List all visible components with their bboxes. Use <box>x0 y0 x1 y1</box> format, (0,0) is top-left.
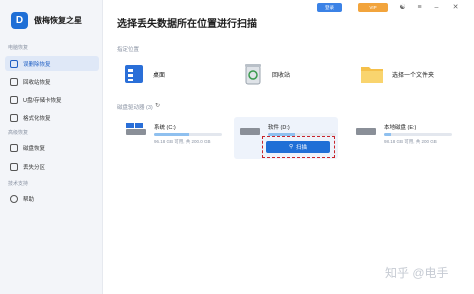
drive-icon <box>240 128 260 135</box>
page-title: 选择丢失数据所在位置进行扫描 <box>117 19 257 30</box>
location-desktop[interactable]: 桌面 <box>117 56 227 92</box>
sidebar-section-label: 技术支持 <box>8 181 29 187</box>
drive-usage-bar <box>154 133 222 136</box>
sidebar-section-label: 高级恢复 <box>8 130 29 136</box>
format-icon <box>10 113 18 122</box>
sidebar-item-label: U盘/存储卡恢复 <box>23 97 62 104</box>
drive-c[interactable]: 系统 (C:) 96.18 GB 可用, 共 200.0 GB <box>126 120 231 156</box>
sidebar-item-label: 误删除恢复 <box>23 61 51 68</box>
sidebar-item-label: 磁盘恢复 <box>23 145 46 152</box>
sidebar-item-label: 格式化恢复 <box>23 115 51 122</box>
menu-icon[interactable]: ≡ <box>415 3 424 12</box>
drive-name: 本地磁盘 (E:) <box>384 125 417 131</box>
drive-name: 软件 (D:) <box>268 125 290 131</box>
recycle-bin-icon <box>245 64 261 85</box>
watermark: 知乎 @电手 <box>385 266 449 280</box>
sidebar-item-help[interactable]: 帮助 <box>5 191 99 206</box>
sidebar-item-usb-recovery[interactable]: U盘/存储卡恢复 <box>5 92 99 107</box>
scan-button-label: 扫描 <box>296 145 308 151</box>
partition-icon <box>10 162 18 171</box>
vip-button[interactable]: VIP <box>358 3 388 12</box>
drives-section-label: 磁盘驱动器 (3) <box>117 105 153 111</box>
sidebar-item-label: 帮助 <box>23 196 35 203</box>
locations-section-label: 指定位置 <box>117 47 140 53</box>
location-recycle-bin[interactable]: 回收站 <box>236 56 346 92</box>
refresh-icon[interactable]: ↻ <box>154 102 161 109</box>
location-label: 桌面 <box>153 72 166 79</box>
sidebar: D 傲梅恢复之星 电脑恢复 误删除恢复 回收站恢复 U盘/存储卡恢复 格式化恢复… <box>0 0 103 294</box>
usb-icon <box>10 95 18 104</box>
drive-icon <box>356 128 376 135</box>
file-icon <box>10 59 18 68</box>
desktop-icon <box>125 65 143 83</box>
sidebar-item-format-recovery[interactable]: 格式化恢复 <box>5 110 99 125</box>
sidebar-item-label: 丢失分区 <box>23 164 46 171</box>
drive-usage-bar <box>384 133 452 136</box>
sidebar-item-recycle-recovery[interactable]: 回收站恢复 <box>5 74 99 89</box>
sidebar-item-lost-partition[interactable]: 丢失分区 <box>5 159 99 174</box>
help-icon <box>10 194 18 203</box>
location-label: 回收站 <box>272 72 291 79</box>
recycle-icon <box>10 77 18 86</box>
close-icon[interactable]: ✕ <box>451 3 460 12</box>
login-button[interactable]: 登录 <box>317 3 342 12</box>
drive-e[interactable]: 本地磁盘 (E:) 98.18 GB 可用, 共 200 GB <box>356 120 461 156</box>
windows-drive-icon <box>126 123 146 135</box>
scan-button[interactable]: ⚲ 扫描 <box>266 141 330 153</box>
minimize-icon[interactable]: – <box>432 3 441 12</box>
drive-size: 98.18 GB 可用, 共 200 GB <box>384 139 437 144</box>
app-name: 傲梅恢复之星 <box>34 16 82 25</box>
folder-icon <box>361 67 383 83</box>
brand: D 傲梅恢复之星 <box>11 12 82 29</box>
app-logo-icon: D <box>11 12 28 29</box>
drive-name: 系统 (C:) <box>154 125 176 131</box>
location-label: 选择一个文件夹 <box>392 72 435 79</box>
disk-icon <box>10 143 18 152</box>
sidebar-item-label: 回收站恢复 <box>23 79 51 86</box>
headset-icon[interactable]: ☯ <box>398 3 407 12</box>
drive-size: 96.18 GB 可用, 共 200.0 GB <box>154 139 211 144</box>
location-folder[interactable]: 选择一个文件夹 <box>354 56 464 92</box>
sidebar-item-disk-recovery[interactable]: 磁盘恢复 <box>5 140 99 155</box>
sidebar-section-label: 电脑恢复 <box>8 45 29 51</box>
sidebar-item-deleted-recovery[interactable]: 误删除恢复 <box>5 56 99 71</box>
search-icon: ⚲ <box>288 144 293 150</box>
